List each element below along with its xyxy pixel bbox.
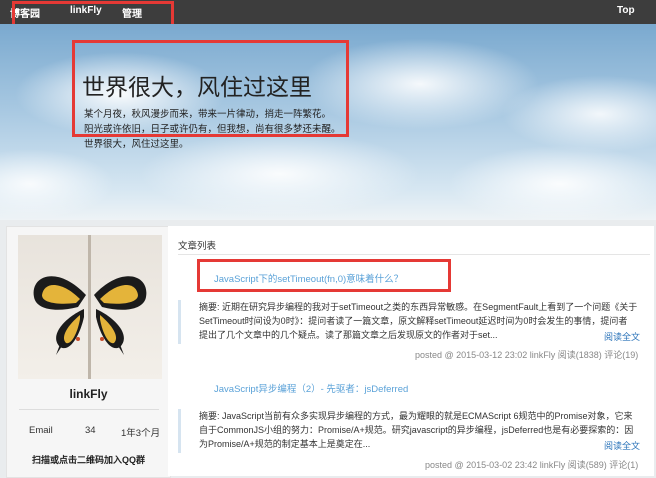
post-excerpt-line: 摘要: 近期在研究异步编程的我对于setTimeout之类的东西异常敏感。在Se… [199, 302, 638, 312]
post-title-link[interactable]: JavaScript下的setTimeout(fn,0)意味着什么？ [214, 271, 403, 285]
post-excerpt-line: 摘要: JavaScript当前有众多实现异步编程的方式，最为耀眼的就是ECMA… [199, 411, 633, 421]
profile-sidebar: linkFly Email 34 1年3个月 扫描或点击二维码加入QQ群 [6, 226, 171, 478]
avatar-butterfly-image [18, 235, 162, 379]
blog-tagline-line-1: 某个月夜，秋风漫步而来，带来一片律动，捎走一阵繁花。 [84, 109, 332, 120]
stat-join-age: 1年3个月 [121, 428, 161, 439]
post-excerpt-line: 提出了几个文章中的几个疑点。读了那篇文章之后发现原文的作者对于set... [199, 330, 498, 340]
read-more-link[interactable]: 阅读全文 [604, 330, 640, 344]
post-meta: posted @ 2015-03-12 23:02 linkFly 阅读(183… [415, 350, 639, 360]
post-excerpt: 摘要: 近期在研究异步编程的我对于setTimeout之类的东西异常敏感。在Se… [178, 300, 640, 344]
blog-title: 世界很大，风住过这里 [82, 75, 312, 101]
hero-banner: 世界很大，风住过这里 某个月夜，秋风漫步而来，带来一片律动，捎走一阵繁花。 阳光… [0, 24, 656, 220]
blog-tagline-line-2: 阳光或许依旧，日子或许仍有，但我想，尚有很多梦还未醒。 [84, 124, 341, 135]
post-excerpt-line: SetTimeout时间设为0时》：提问者读了一篇文章，原文解释setTimeo… [199, 316, 628, 326]
read-more-link[interactable]: 阅读全文 [604, 439, 640, 453]
nav-cnblogs-link[interactable]: 博客园 [10, 5, 40, 20]
post-excerpt-line: 为Promise/A+规范的制定基本上是奠定在... [199, 439, 371, 449]
nav-linkfly-link[interactable]: linkFly [70, 5, 102, 16]
sidebar-divider [19, 409, 159, 410]
nav-top-link[interactable]: Top [617, 5, 635, 16]
post-excerpt: 摘要: JavaScript当前有众多实现异步编程的方式，最为耀眼的就是ECMA… [178, 409, 640, 453]
post-meta: posted @ 2015-03-02 23:42 linkFly 阅读(589… [425, 460, 639, 470]
top-nav-bar: 博客园 linkFly 管理 Top [0, 0, 656, 24]
nav-manage-link[interactable]: 管理 [122, 5, 142, 20]
post-excerpt-line: 自于CommonJS小组的努力：Promise/A+规范。研究javascrip… [199, 425, 634, 435]
butterfly-icon [33, 235, 147, 379]
section-title: 文章列表 [178, 241, 217, 252]
blog-tagline-line-3: 世界很大，风住过这里。 [84, 139, 189, 150]
article-list-panel: 文章列表 JavaScript下的setTimeout(fn,0)意味着什么？ … [168, 226, 654, 476]
section-divider [178, 254, 650, 255]
profile-name: linkFly [69, 387, 108, 401]
stat-followers[interactable]: 34 [85, 425, 96, 436]
qq-group-qr-hint[interactable]: 扫描或点击二维码加入QQ群 [7, 453, 170, 466]
stat-email-link[interactable]: Email [29, 425, 53, 436]
post-title-link[interactable]: JavaScript异步编程（2）- 先驱者：jsDeferred [214, 381, 408, 395]
